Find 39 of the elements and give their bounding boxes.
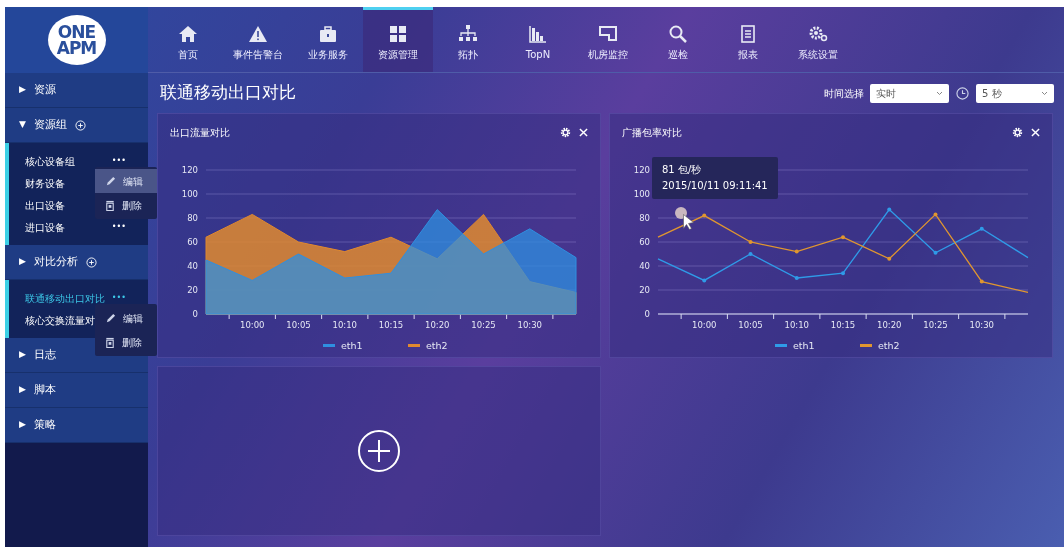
axis-label: 10:10 (784, 320, 809, 330)
legend-label: eth1 (341, 339, 363, 351)
legend-label: eth2 (426, 339, 448, 351)
axis-label: 0 (644, 309, 650, 319)
axis-label: 80 (639, 213, 650, 223)
logo: ONE APM (47, 15, 106, 65)
axis-label: 120 (181, 165, 198, 175)
panel-title: 出口流量对比 (170, 125, 230, 140)
axis-label: 20 (639, 285, 650, 295)
tooltip-text: 2015/10/11 09:11:41 (662, 179, 768, 193)
axis-label: 100 (181, 189, 198, 199)
tooltip-text: 81 包/秒 (662, 163, 703, 177)
axis-label: 10:20 (425, 320, 450, 330)
axis-label: 60 (187, 237, 198, 247)
axis-label: 10:20 (877, 320, 902, 330)
axis-label: 10:10 (332, 320, 357, 330)
page-title: 联通移动出口对比 (160, 81, 297, 105)
axis-label: 100 (633, 189, 650, 199)
axis-label: 40 (187, 261, 198, 271)
axis-label: 0 (192, 309, 198, 319)
axis-label: 10:05 (286, 320, 311, 330)
axis-label: 10:30 (969, 320, 994, 330)
legend-label: eth2 (878, 339, 900, 351)
axis-label: 10:05 (738, 320, 763, 330)
axis-label: 10:00 (240, 320, 265, 330)
axis-label: 10:00 (692, 320, 717, 330)
axis-label: 20 (187, 285, 198, 295)
axis-label: 10:25 (923, 320, 948, 330)
panel-title: 广播包率对比 (622, 125, 682, 140)
axis-label: 10:25 (471, 320, 496, 330)
axis-label: 120 (633, 165, 650, 175)
axis-label: 40 (639, 261, 650, 271)
axis-label: 80 (187, 213, 198, 223)
axis-label: 10:30 (517, 320, 542, 330)
axis-label: 10:15 (830, 320, 856, 330)
legend-label: eth1 (793, 339, 815, 351)
axis-label: 10:15 (378, 320, 404, 330)
field-label: 时间选择 (824, 86, 864, 101)
axis-label: 60 (639, 237, 650, 247)
